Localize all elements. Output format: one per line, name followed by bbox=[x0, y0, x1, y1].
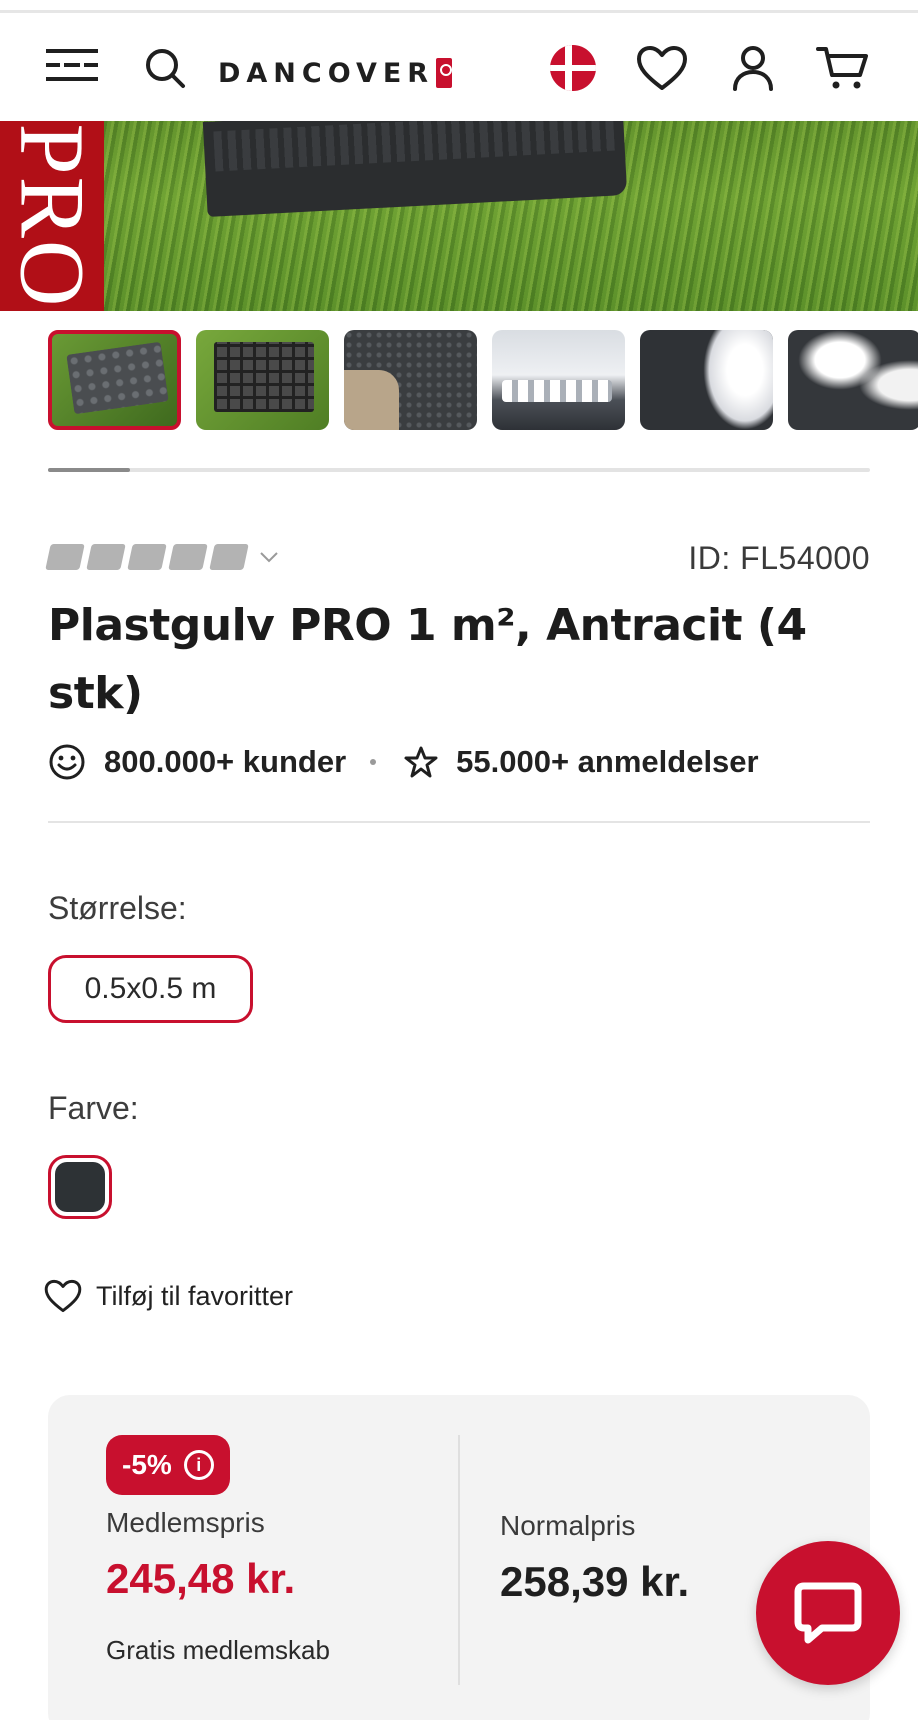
search-icon bbox=[146, 49, 185, 88]
rating-star-icon bbox=[209, 544, 249, 570]
add-to-favorites-label: Tilføj til favoritter bbox=[96, 1280, 294, 1311]
price-column-divider bbox=[458, 1435, 460, 1685]
thumbnail-2[interactable] bbox=[196, 330, 329, 430]
reviews-count[interactable]: 55.000+ anmeldelser bbox=[456, 744, 758, 780]
product-id: ID: FL54000 bbox=[688, 540, 870, 576]
star-icon bbox=[404, 746, 438, 778]
color-swatch-fill bbox=[55, 1162, 105, 1212]
chat-button[interactable] bbox=[756, 1541, 900, 1685]
separator-dot bbox=[370, 759, 377, 765]
cart-button[interactable] bbox=[815, 43, 871, 93]
pro-badge-text: PRO bbox=[1, 123, 103, 309]
rating-star-icon bbox=[86, 544, 126, 570]
thumbnail-scrollbar[interactable] bbox=[48, 468, 870, 472]
color-swatch-antracit[interactable] bbox=[48, 1155, 112, 1219]
section-divider bbox=[48, 821, 870, 823]
thumbnail-1[interactable] bbox=[48, 330, 181, 430]
trust-stats: 800.000+ kunder 55.000+ anmeldelser bbox=[48, 740, 759, 784]
rating-star-icon bbox=[45, 544, 85, 570]
language-button[interactable] bbox=[548, 43, 598, 93]
free-membership-note: Gratis medlemskab bbox=[106, 1635, 330, 1665]
scrollbar-thumb[interactable] bbox=[48, 468, 130, 472]
thumbnail-3[interactable] bbox=[344, 330, 477, 430]
flag-dk-icon bbox=[550, 45, 596, 91]
customers-count: 800.000+ kunder bbox=[104, 744, 347, 779]
member-price-label: Medlemspris bbox=[106, 1507, 265, 1538]
thumbnail-strip[interactable] bbox=[48, 330, 918, 430]
search-button[interactable] bbox=[140, 43, 190, 93]
thumbnail-6[interactable] bbox=[788, 330, 918, 430]
cart-icon bbox=[816, 47, 868, 89]
logo-text: DANCOVER bbox=[218, 57, 435, 89]
product-title: Plastgulv PRO 1 m², Antracit (4 stk) bbox=[48, 600, 807, 719]
color-label: Farve: bbox=[48, 1090, 139, 1126]
heart-outline-icon bbox=[44, 1279, 82, 1313]
heart-icon bbox=[637, 46, 687, 90]
rating-star-icon bbox=[127, 544, 167, 570]
smiley-icon bbox=[49, 744, 85, 780]
normal-price-label: Normalpris bbox=[500, 1510, 636, 1541]
account-button[interactable] bbox=[728, 43, 778, 93]
chevron-down-icon bbox=[260, 552, 278, 563]
normal-price: 258,39 kr. bbox=[500, 1558, 690, 1605]
price-panel: -5% i Medlemspris 245,48 kr. Gratis medl… bbox=[48, 1395, 870, 1720]
size-option[interactable]: 0.5x0.5 m bbox=[48, 955, 253, 1023]
pro-badge: PRO bbox=[0, 121, 104, 311]
logo[interactable]: DANCOVER bbox=[218, 53, 453, 93]
discount-value: -5% bbox=[122, 1449, 172, 1480]
site-header: DANCOVER bbox=[0, 13, 918, 121]
thumbnail-4[interactable] bbox=[492, 330, 625, 430]
discount-badge[interactable]: -5% i bbox=[106, 1435, 230, 1495]
product-main-image[interactable]: PRO bbox=[0, 121, 918, 311]
user-icon bbox=[733, 46, 773, 91]
logo-mark-icon bbox=[436, 58, 453, 88]
rating-star-icon bbox=[168, 544, 208, 570]
member-price: 245,48 kr. bbox=[106, 1555, 296, 1602]
info-icon: i bbox=[183, 1450, 214, 1480]
wishlist-button[interactable] bbox=[634, 43, 690, 93]
thumbnail-5[interactable] bbox=[640, 330, 773, 430]
add-to-favorites[interactable]: Tilføj til favoritter bbox=[44, 1276, 293, 1316]
menu-button[interactable] bbox=[44, 43, 100, 87]
size-label: Størrelse: bbox=[48, 890, 187, 926]
chat-bubble-icon bbox=[794, 1582, 862, 1644]
menu-icon bbox=[46, 49, 98, 81]
rating-dropdown[interactable] bbox=[45, 542, 279, 572]
